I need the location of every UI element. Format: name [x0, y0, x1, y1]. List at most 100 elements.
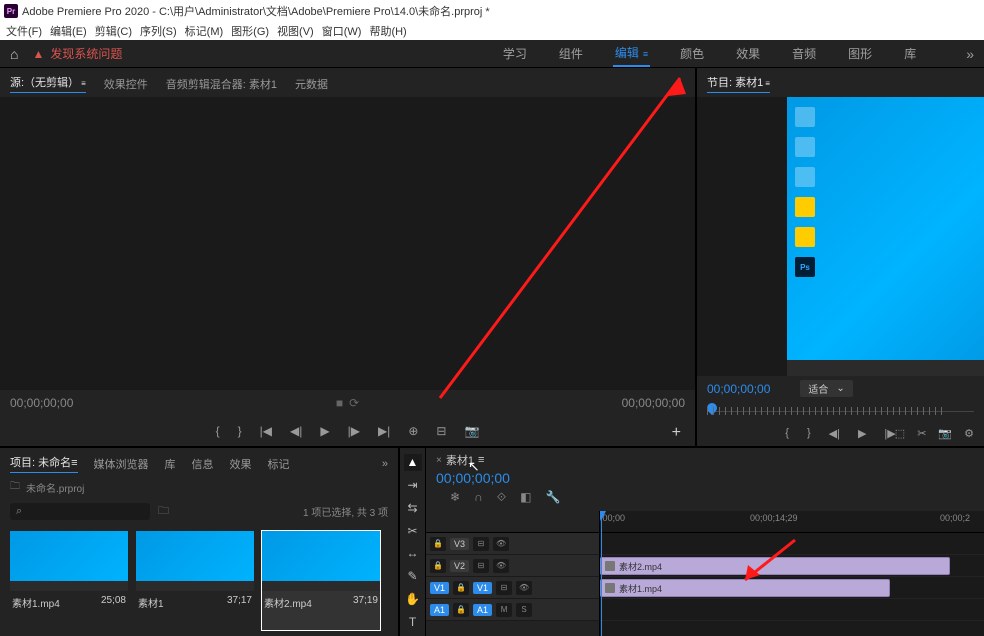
bin-item-1[interactable]: 素材137;17	[136, 531, 254, 630]
program-ruler[interactable]	[697, 401, 984, 421]
source-tc-in[interactable]: 00;00;00;00	[10, 396, 73, 410]
prog-step-back-icon[interactable]: ◀|	[829, 427, 840, 440]
track-header-a1[interactable]: A1 🔒 A1 M S	[426, 599, 599, 621]
tab-audio-clip-mixer[interactable]: 音频剪辑混合器: 素材1	[166, 76, 277, 92]
go-out-icon[interactable]: ▶|	[378, 424, 390, 438]
mark-out-icon[interactable]: }	[238, 424, 242, 438]
tab-source[interactable]: 源:（无剪辑）≡	[10, 74, 86, 93]
bin-item-2[interactable]: 素材2.mp437;19	[262, 531, 380, 630]
track-a1-lane[interactable]	[600, 599, 984, 621]
menu-view[interactable]: 视图(V)	[275, 23, 316, 39]
menu-window[interactable]: 窗口(W)	[320, 23, 364, 39]
menu-sequence[interactable]: 序列(S)	[138, 23, 179, 39]
project-tabs-overflow-icon[interactable]: »	[382, 458, 388, 470]
tab-markers[interactable]: 标记	[268, 456, 290, 472]
tab-lib[interactable]: 库	[165, 456, 176, 472]
step-back-icon[interactable]: ◀|	[290, 424, 302, 438]
mute-icon[interactable]: M	[496, 603, 512, 617]
tab-media-browser[interactable]: 媒体浏览器	[94, 456, 149, 472]
menu-graphics[interactable]: 图形(G)	[229, 23, 271, 39]
timeline-tc[interactable]: 00;00;00;00	[436, 468, 974, 488]
menu-help[interactable]: 帮助(H)	[367, 23, 408, 39]
prog-mark-in-icon[interactable]: {	[785, 427, 789, 440]
sequence-tab[interactable]: × 素材1 ≡	[436, 452, 974, 468]
close-seq-icon[interactable]: ×	[436, 455, 442, 466]
source-monitor-viewport[interactable]	[0, 97, 695, 390]
fit-dropdown[interactable]: 适合	[800, 380, 852, 397]
tool-pen-icon[interactable]: ✎	[404, 568, 422, 585]
new-bin-icon[interactable]: 🗀	[158, 502, 169, 521]
play-icon[interactable]: ▶	[320, 424, 329, 438]
solo-icon[interactable]: S	[516, 603, 532, 617]
menu-mark[interactable]: 标记(M)	[183, 23, 226, 39]
track-v3-lane[interactable]	[600, 533, 984, 555]
system-warning[interactable]: ▲ 发现系统问题	[32, 45, 122, 62]
mark-in-icon[interactable]: {	[216, 424, 220, 438]
tool-razor-icon[interactable]: ✂	[404, 522, 422, 539]
ws-effects[interactable]: 效果	[734, 41, 762, 66]
toggle-output-icon[interactable]: ⊟	[473, 537, 489, 551]
menu-file[interactable]: 文件(F)	[4, 23, 44, 39]
track-source-a1[interactable]: A1	[430, 604, 449, 616]
tab-effect-controls[interactable]: 效果控件	[104, 76, 148, 92]
ws-learn[interactable]: 学习	[501, 41, 529, 66]
tool-hand-icon[interactable]: ✋	[404, 591, 422, 608]
export-frame-icon[interactable]: 📷	[464, 424, 479, 438]
bin-item-0[interactable]: 素材1.mp425;08	[10, 531, 128, 630]
prog-mark-out-icon[interactable]: }	[807, 427, 811, 440]
track-label-v2[interactable]: V2	[450, 560, 469, 572]
source-tc-out[interactable]: 00;00;00;00	[622, 396, 685, 410]
add-button-icon[interactable]: +	[672, 424, 681, 442]
tab-effects2[interactable]: 效果	[230, 456, 252, 472]
toggle-output-icon[interactable]: ⊟	[496, 581, 512, 595]
track-label-v3[interactable]: V3	[450, 538, 469, 550]
lock-icon[interactable]: 🔒	[453, 603, 469, 617]
snap-icon[interactable]: ❄	[450, 490, 460, 505]
track-header-v3[interactable]: 🔒 V3 ⊟ 👁	[426, 533, 599, 555]
overwrite-icon[interactable]: ⊟	[436, 424, 446, 438]
tool-track-select-icon[interactable]: ⇥	[404, 477, 422, 494]
eye-icon[interactable]: 👁	[493, 537, 509, 551]
eye-icon[interactable]: 👁	[516, 581, 532, 595]
playhead-line[interactable]	[601, 511, 602, 636]
clip-v2[interactable]: 素材2.mp4	[600, 557, 950, 575]
extract-icon[interactable]: ✂	[917, 427, 926, 440]
program-monitor-viewport[interactable]: Ps	[697, 97, 984, 376]
home-icon[interactable]: ⌂	[10, 46, 18, 62]
ws-graphics[interactable]: 图形	[846, 41, 874, 66]
settings-icon[interactable]: ⚙	[964, 427, 974, 440]
ws-audio[interactable]: 音频	[790, 41, 818, 66]
toggle-output-icon[interactable]: ⊟	[473, 559, 489, 573]
track-v1-lane[interactable]: 素材1.mp4	[600, 577, 984, 599]
tab-project[interactable]: 项目: 未命名≡	[10, 454, 78, 473]
menu-clip[interactable]: 剪辑(C)	[93, 23, 134, 39]
ws-assembly[interactable]: 组件	[557, 41, 585, 66]
program-tc[interactable]: 00;00;00;00	[707, 382, 770, 396]
lift-icon[interactable]: ⬚	[895, 427, 905, 440]
link-icon[interactable]: ⟐	[497, 490, 506, 505]
track-source-v1[interactable]: V1	[430, 582, 449, 594]
lock-icon[interactable]: 🔒	[430, 559, 446, 573]
menu-edit[interactable]: 编辑(E)	[48, 23, 89, 39]
step-fwd-icon[interactable]: |▶	[348, 424, 360, 438]
tool-slip-icon[interactable]: ↔	[404, 545, 422, 562]
tab-program[interactable]: 节目: 素材1≡	[707, 74, 770, 93]
stop-icon[interactable]: ■	[336, 396, 343, 410]
project-search-input[interactable]	[10, 503, 150, 520]
timeline-ruler[interactable]: ;00;00 00;00;14;29 00;00;2	[600, 511, 984, 533]
insert-icon[interactable]: ⊕	[408, 424, 418, 438]
loop-icon[interactable]: ⟳	[349, 396, 359, 410]
track-v2-lane[interactable]: 素材2.mp4	[600, 555, 984, 577]
tab-info[interactable]: 信息	[192, 456, 214, 472]
track-label-a1[interactable]: A1	[473, 604, 492, 616]
prog-play-icon[interactable]: ▶	[858, 427, 866, 440]
eye-icon[interactable]: 👁	[493, 559, 509, 573]
magnet-icon[interactable]: ∩	[474, 490, 483, 505]
ws-color[interactable]: 颜色	[678, 41, 706, 66]
clip-v1[interactable]: 素材1.mp4	[600, 579, 890, 597]
track-header-v2[interactable]: 🔒 V2 ⊟ 👁	[426, 555, 599, 577]
lock-icon[interactable]: 🔒	[453, 581, 469, 595]
marker-icon[interactable]: ◧	[520, 490, 531, 505]
lock-icon[interactable]: 🔒	[430, 537, 446, 551]
tool-ripple-icon[interactable]: ⇆	[404, 500, 422, 517]
